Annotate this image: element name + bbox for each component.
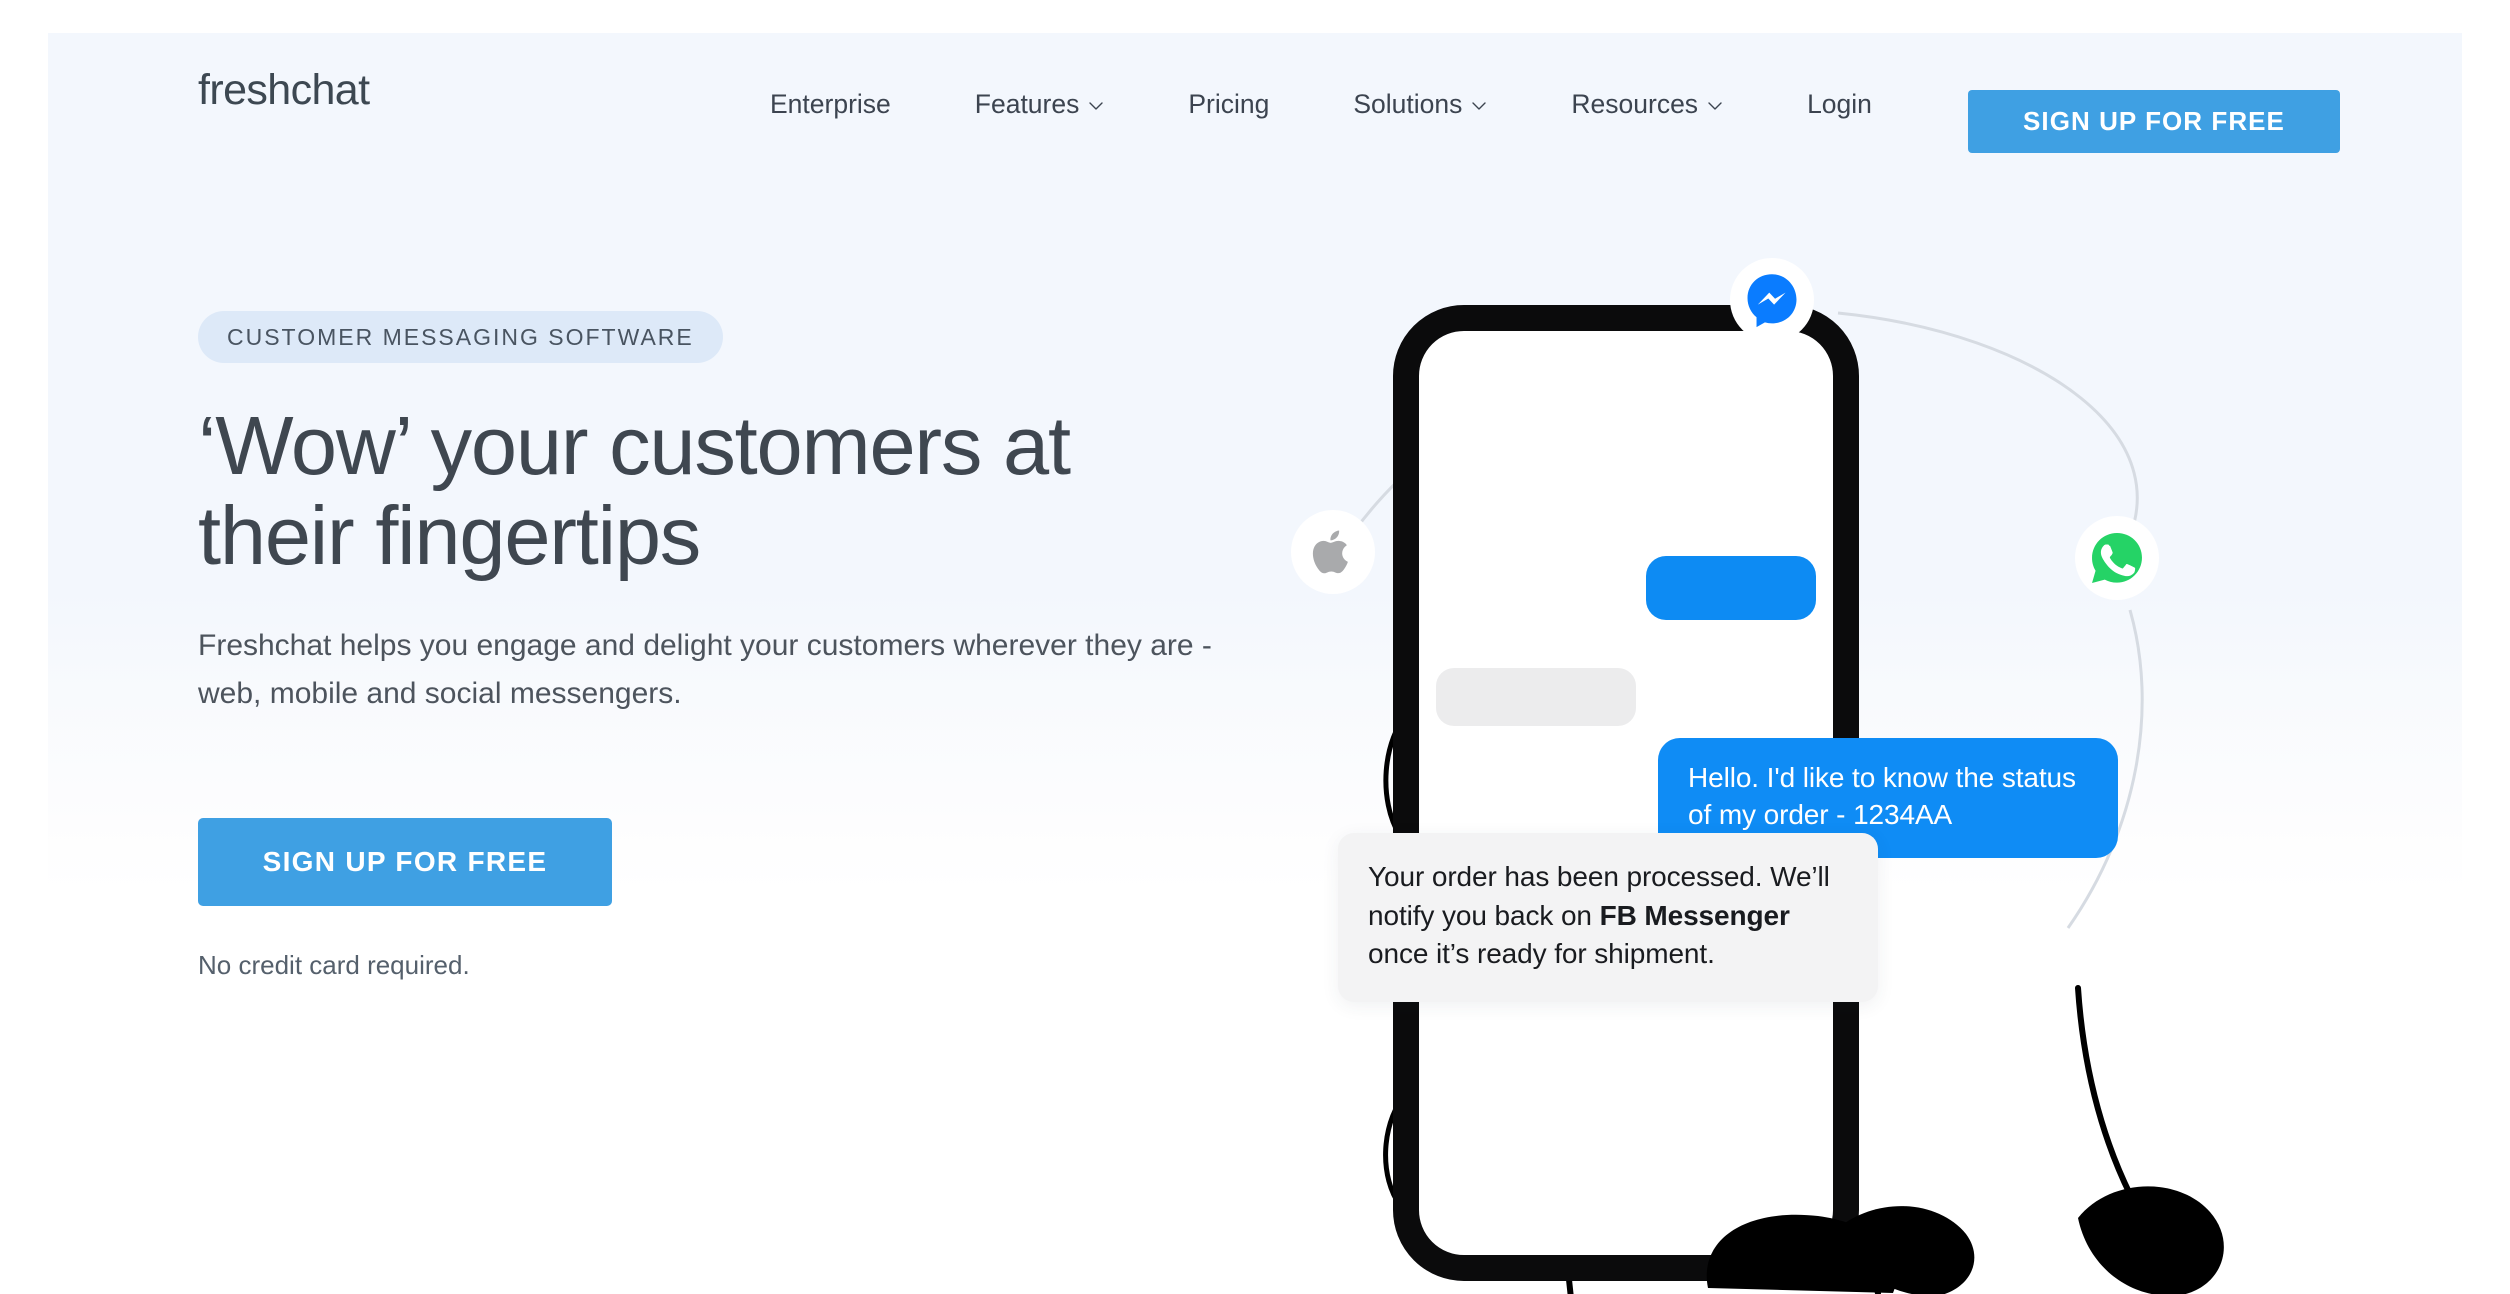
page-title: ‘Wow’ your customers at their fingertips bbox=[198, 401, 1258, 580]
chat-bubble-agent: Your order has been processed. We’ll not… bbox=[1338, 833, 1878, 1002]
main-navigation: Enterprise Features Pricing Solutions Re… bbox=[728, 89, 1914, 120]
nav-label: Enterprise bbox=[770, 89, 891, 119]
chevron-down-icon bbox=[1471, 98, 1487, 114]
apple-badge[interactable] bbox=[1291, 510, 1375, 594]
hero-content: CUSTOMER MESSAGING SOFTWARE ‘Wow’ your c… bbox=[198, 311, 1318, 981]
hero-eyebrow-badge: CUSTOMER MESSAGING SOFTWARE bbox=[198, 311, 723, 363]
chevron-down-icon bbox=[1088, 98, 1104, 114]
nav-item-pricing[interactable]: Pricing bbox=[1146, 89, 1311, 120]
headline-line-2: their fingertips bbox=[198, 488, 701, 582]
screen-bubble-blue bbox=[1646, 556, 1816, 620]
messenger-icon bbox=[1743, 271, 1801, 329]
hero-signup-button[interactable]: SIGN UP FOR FREE bbox=[198, 818, 612, 907]
apple-icon bbox=[1311, 527, 1355, 577]
messenger-badge[interactable] bbox=[1730, 258, 1814, 342]
agent-text-bold: FB Messenger bbox=[1599, 899, 1790, 931]
nav-label: Solutions bbox=[1353, 89, 1463, 119]
site-header: freshchat Enterprise Features Pricing So… bbox=[48, 33, 2462, 163]
hero-cta-note: No credit card required. bbox=[198, 950, 470, 981]
whatsapp-badge[interactable] bbox=[2075, 516, 2159, 600]
nav-item-solutions[interactable]: Solutions bbox=[1311, 89, 1529, 120]
nav-item-enterprise[interactable]: Enterprise bbox=[728, 89, 933, 120]
hero-subheadline: Freshchat helps you engage and delight y… bbox=[198, 629, 1212, 711]
nav-label: Login bbox=[1807, 89, 1872, 119]
page-root: freshchat Enterprise Features Pricing So… bbox=[48, 33, 2462, 1294]
whatsapp-icon bbox=[2088, 529, 2146, 587]
nav-label: Features bbox=[974, 89, 1080, 119]
agent-text-after: once it’s ready for shipment. bbox=[1368, 938, 1715, 970]
nav-label: Pricing bbox=[1188, 89, 1270, 119]
hero-illustration: Hello. I'd like to know the status of my… bbox=[1278, 258, 2358, 1294]
nav-label: Resources bbox=[1571, 89, 1699, 119]
chevron-down-icon bbox=[1707, 98, 1723, 114]
nav-item-features[interactable]: Features bbox=[933, 89, 1147, 120]
screen-bubble-gray bbox=[1436, 668, 1636, 726]
headline-line-1: ‘Wow’ your customers at bbox=[198, 399, 1071, 492]
header-signup-button[interactable]: SIGN UP FOR FREE bbox=[1968, 90, 2340, 153]
freshchat-logo[interactable]: freshchat bbox=[198, 66, 370, 115]
nav-item-resources[interactable]: Resources bbox=[1529, 89, 1765, 120]
nav-item-login[interactable]: Login bbox=[1765, 89, 1914, 120]
